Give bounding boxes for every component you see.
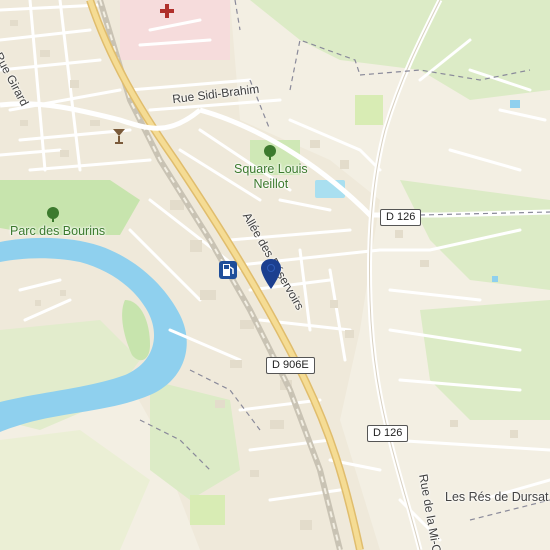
cocktail-bar-icon[interactable]: [112, 128, 126, 144]
park-label-line-1: Square Louis: [234, 162, 308, 176]
location-marker-icon[interactable]: [260, 258, 282, 290]
park-label-parc-des-bourins[interactable]: Parc des Bourins: [10, 224, 105, 239]
hospital-area: [120, 0, 230, 60]
park-label-line-2: Neillot: [253, 177, 289, 191]
road-shield-d906e: D 906E: [266, 357, 315, 374]
road-shield-d126: D 126: [380, 209, 422, 226]
fuel-station-icon[interactable]: [219, 261, 237, 279]
road-shield-d126: D 126: [367, 425, 409, 442]
tree-icon: [47, 207, 59, 222]
place-label-les-res-de-dursat: Les Rés de Dursat: [445, 490, 549, 504]
hospital-cross-icon[interactable]: [160, 4, 174, 18]
park-label-square-louis-neillot[interactable]: Square Louis Neillot: [234, 162, 308, 192]
map-canvas[interactable]: Rue Girard Rue Sidi-Brahim Allée des Rés…: [0, 0, 550, 550]
tree-icon: [264, 145, 276, 160]
